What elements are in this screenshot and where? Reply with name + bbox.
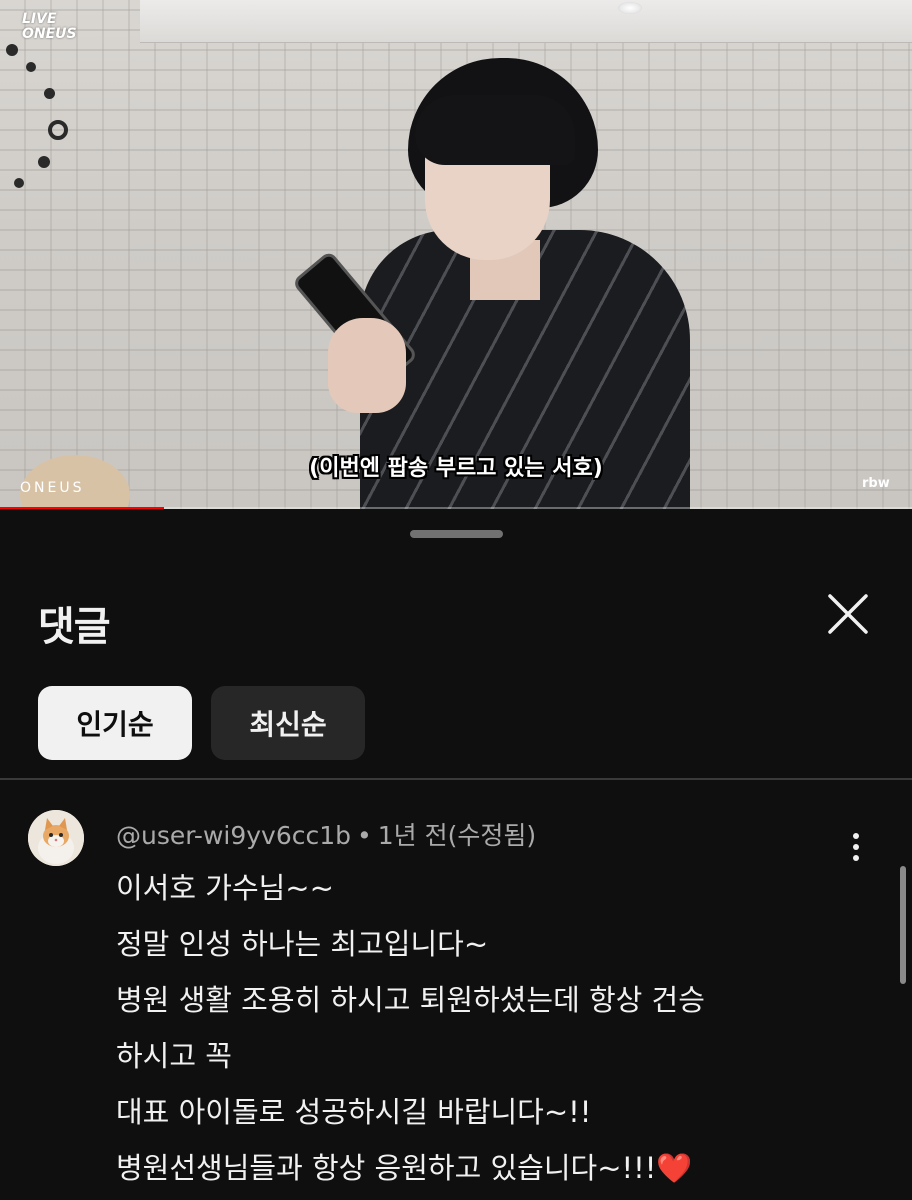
sort-chip-newest[interactable]: 최신순 [211,686,365,760]
more-dot-icon [853,844,859,850]
meta-separator: • [357,821,372,850]
comment-author[interactable]: @user-wi9yv6cc1b [116,821,351,850]
wall-decoration [44,88,55,99]
comment-line: 하시고 꼭 [116,1039,232,1073]
video-progress-fill [0,507,165,509]
wall-decoration [38,156,50,168]
drag-handle[interactable] [410,530,503,538]
more-dot-icon [853,855,859,861]
video-progress-bar[interactable] [0,507,912,509]
comment-meta: @user-wi9yv6cc1b • 1년 전(수정됨) [116,816,536,852]
video-player[interactable]: LIVE ONEUS (이번엔 팝송 부르고 있는 서호) ONEUS rbw [0,0,912,509]
channel-logo-line1: LIVE [22,11,57,27]
ceiling [140,0,912,43]
close-icon [828,594,868,634]
cat-avatar-icon [28,810,84,866]
divider [0,778,912,780]
more-options-button[interactable] [838,822,874,872]
more-dot-icon [853,833,859,839]
channel-logo-line2: ONEUS [22,26,77,42]
comment-line: 병원선생님들과 항상 응원하고 있습니다~!!! [116,1151,657,1185]
video-subtitle: (이번엔 팝송 부르고 있는 서호) [309,456,603,481]
ceiling-light [618,2,642,14]
panel-title: 댓글 [38,604,111,650]
wall-decoration [26,62,36,72]
sort-chip-popular[interactable]: 인기순 [38,686,192,760]
avatar[interactable] [28,810,84,866]
close-button[interactable] [820,586,876,642]
comment-line-with-emoji: 병원선생님들과 항상 응원하고 있습니다~!!!❤️ [116,1140,836,1196]
person-fringe [415,95,575,165]
channel-logo: LIVE ONEUS [22,12,92,42]
comments-panel: 댓글 인기순 최신순 @user-wi9yv6cc1b•1년 전(수정됨) [0,510,912,1200]
oneus-watermark: ONEUS [20,480,85,496]
rbw-logo: rbw [862,476,890,491]
wall-decoration [48,120,68,140]
wall-decoration [6,44,18,56]
wall-decoration [14,178,24,188]
comment-text: 이서호 가수님~~ 정말 인성 하나는 최고입니다~ 병원 생활 조용히 하시고… [116,860,836,1196]
comment-line: 대표 아이돌로 성공하시길 바랍니다~!! [116,1095,592,1129]
comment-time: 1년 전(수정됨) [377,821,537,850]
heart-emoji-icon: ❤️ [656,1151,693,1185]
person-hand [328,318,406,413]
comment-line: 병원 생활 조용히 하시고 퇴원하셨는데 항상 건승 [116,983,705,1017]
comment-line: 이서호 가수님~~ [116,871,334,905]
comment-line: 정말 인성 하나는 최고입니다~ [116,927,489,961]
scrollbar[interactable] [900,866,906,984]
